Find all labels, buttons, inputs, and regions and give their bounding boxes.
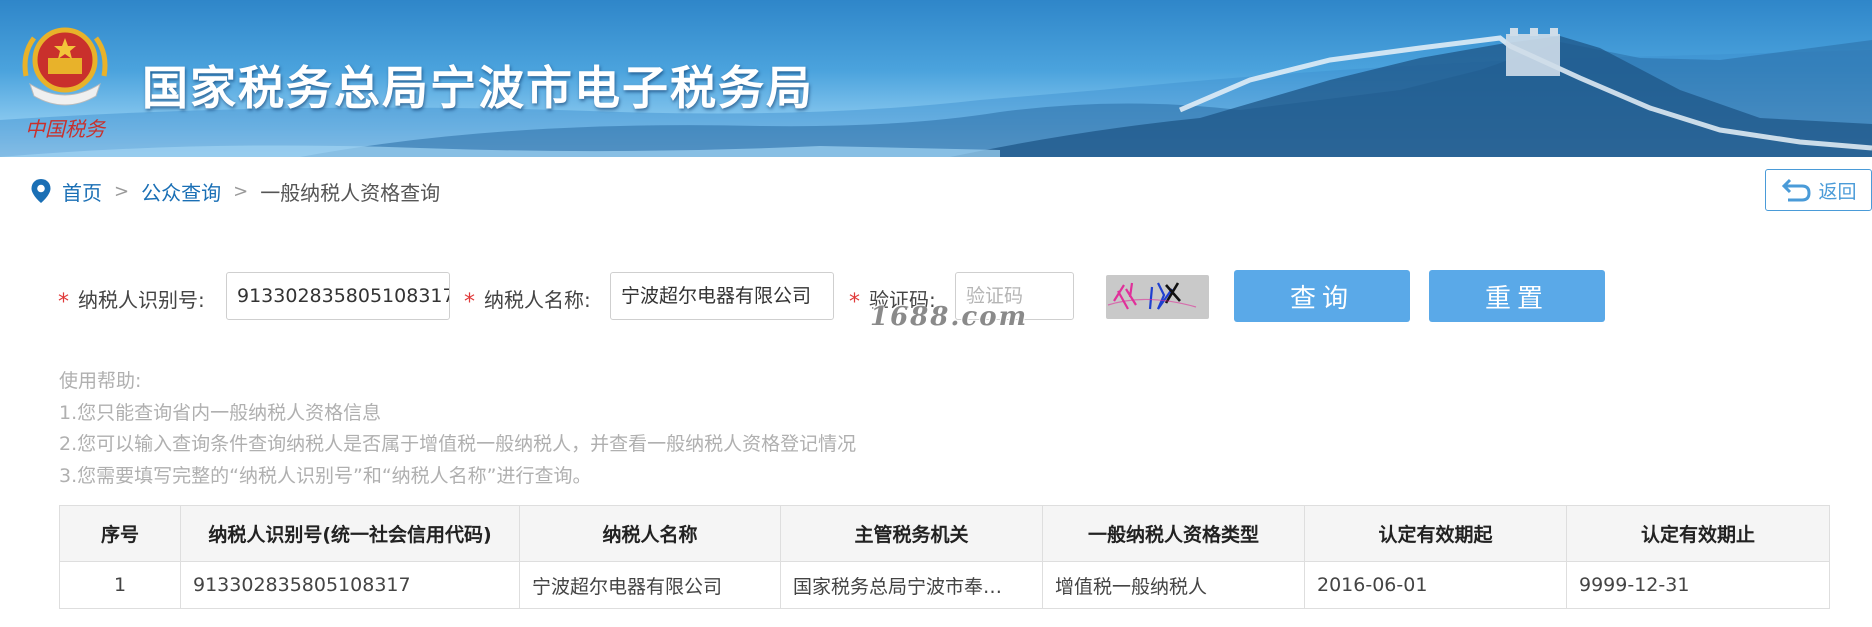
help-line: 1.您只能查询省内一般纳税人资格信息 (59, 401, 382, 424)
help-section: 使用帮助: 1.您只能查询省内一般纳税人资格信息 2.您可以输入查询条件查询纳税… (59, 366, 856, 492)
back-button[interactable]: 返回 (1765, 169, 1872, 211)
emblem-caption: 中国税务 (25, 117, 107, 141)
taxpayer-id-label: 纳税人识别号: (78, 288, 205, 312)
required-mark: * (58, 290, 69, 315)
column-header: 主管税务机关 (780, 505, 1043, 562)
table-cell-taxpayer-name: 宁波超尔电器有限公司 (519, 561, 781, 609)
column-header: 纳税人识别号(统一社会信用代码) (180, 505, 520, 562)
header-banner: 中国税务 国家税务总局宁波市电子税务局 (0, 0, 1872, 157)
breadcrumb: 首页 > 公众查询 > 一般纳税人资格查询 (30, 176, 440, 206)
back-button-label: 返回 (1818, 180, 1857, 203)
required-mark: * (849, 290, 860, 315)
column-header: 序号 (59, 505, 181, 562)
table-cell-valid-from: 2016-06-01 (1304, 561, 1567, 609)
breadcrumb-separator: > (233, 180, 249, 202)
watermark-text: 1688.com (870, 302, 1029, 332)
location-pin-icon (31, 179, 51, 203)
table-cell-taxpayer-id: 913302835805108317 (180, 561, 520, 609)
table-row: 1 913302835805108317 宁波超尔电器有限公司 国家税务总局宁波… (59, 561, 1830, 609)
required-mark: * (464, 290, 475, 315)
return-arrow-icon (1782, 178, 1811, 202)
reset-button[interactable]: 重置 (1429, 270, 1605, 322)
site-title: 国家税务总局宁波市电子税务局 (142, 61, 814, 115)
tax-emblem-logo: 中国税务 (22, 27, 108, 141)
taxpayer-name-input[interactable]: 宁波超尔电器有限公司 (610, 272, 834, 320)
taxpayer-name-label: 纳税人名称: (484, 288, 591, 312)
table-header-row: 序号 纳税人识别号(统一社会信用代码) 纳税人名称 主管税务机关 一般纳税人资格… (59, 505, 1830, 562)
column-header: 一般纳税人资格类型 (1042, 505, 1305, 562)
table-cell-qualification-type: 增值税一般纳税人 (1042, 561, 1305, 609)
breadcrumb-public-query-link[interactable]: 公众查询 (141, 177, 221, 206)
table-cell-index: 1 (59, 561, 181, 609)
captcha-glyphs (1107, 282, 1197, 310)
column-header: 认定有效期止 (1566, 505, 1830, 562)
result-table: 序号 纳税人识别号(统一社会信用代码) 纳税人名称 主管税务机关 一般纳税人资格… (59, 505, 1830, 609)
column-header: 认定有效期起 (1304, 505, 1567, 562)
query-button[interactable]: 查询 (1234, 270, 1410, 322)
help-line: 3.您需要填写完整的“纳税人识别号”和“纳税人名称”进行查询。 (59, 464, 592, 487)
help-line: 2.您可以输入查询条件查询纳税人是否属于增值税一般纳税人，并查看一般纳税人资格登… (59, 433, 857, 455)
breadcrumb-current: 一般纳税人资格查询 (260, 180, 441, 205)
captcha-image[interactable] (1106, 275, 1209, 319)
column-header: 纳税人名称 (519, 505, 781, 562)
table-cell-valid-to: 9999-12-31 (1566, 561, 1830, 609)
taxpayer-id-input[interactable]: 913302835805108317 (226, 272, 450, 320)
table-cell-tax-authority: 国家税务总局宁波市奉… (780, 561, 1043, 609)
breadcrumb-separator: > (114, 180, 130, 202)
help-title: 使用帮助: (59, 370, 142, 392)
breadcrumb-home-link[interactable]: 首页 (62, 177, 102, 206)
